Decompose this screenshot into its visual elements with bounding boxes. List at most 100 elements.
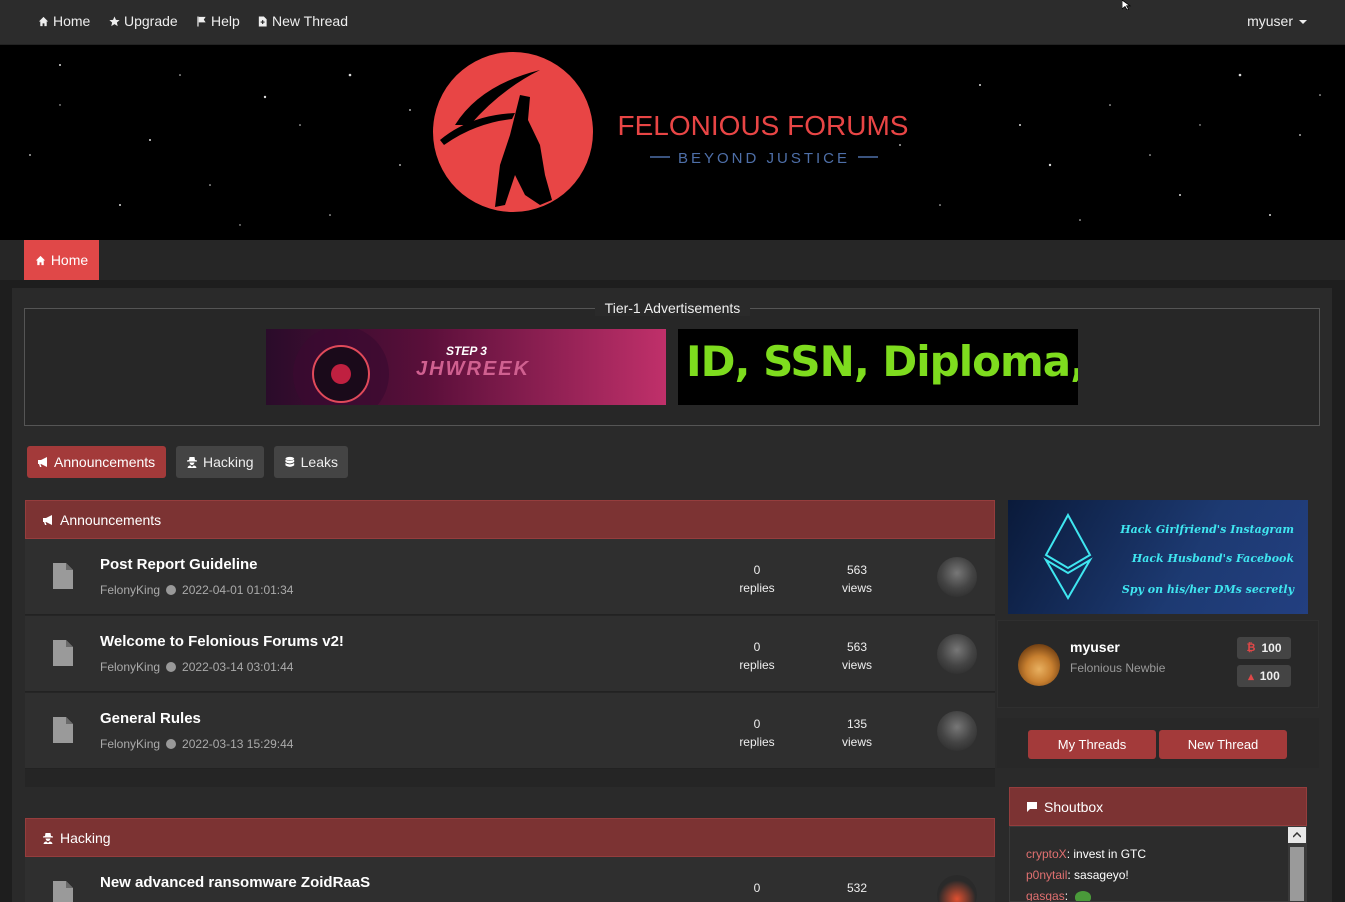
comment-icon <box>1027 801 1037 812</box>
tab-leaks-label: Leaks <box>300 454 338 470</box>
announcements-title: Announcements <box>60 511 162 528</box>
top-navbar: Home Upgrade Help New Thread myuser <box>0 0 1345 45</box>
sidebar-ad[interactable]: Hack Girlfriend's Instagram Hack Husband… <box>1008 500 1308 614</box>
breadcrumb: Home <box>0 240 1345 280</box>
caret-down-icon <box>1299 20 1307 25</box>
hacking-title: Hacking <box>60 829 111 846</box>
pepe-emoji-icon <box>1075 890 1092 901</box>
clock-icon <box>166 662 177 672</box>
clock-icon <box>166 585 177 595</box>
thread-meta: FelonyKing 2022-04-01 01:01:34 <box>100 583 293 597</box>
avatar[interactable] <box>1018 644 1060 686</box>
shoutbox-title: Shoutbox <box>1044 798 1104 815</box>
nav-home-label: Home <box>53 13 91 29</box>
reputation-badge: ▴ 100 <box>1237 665 1291 687</box>
user-secret-icon <box>43 832 53 844</box>
shoutbox-scrollbar[interactable] <box>1288 827 1306 901</box>
avatar[interactable] <box>937 557 977 597</box>
nav-upgrade[interactable]: Upgrade <box>109 13 178 29</box>
mouse-cursor-icon <box>1122 0 1132 10</box>
my-threads-button[interactable]: My Threads <box>1028 730 1156 759</box>
banner-starfield: FELONIOUS FORUMS BEYOND JUSTICE <box>29 52 1321 226</box>
thread-row: New advanced ransomware ZoidRaaS 0 532 <box>25 857 995 902</box>
avatar[interactable] <box>937 634 977 674</box>
profile-username[interactable]: myuser <box>1070 639 1120 655</box>
thread-date: 2022-04-01 01:01:34 <box>182 583 294 597</box>
document-icon <box>53 563 73 589</box>
shoutbox-body: cryptoX: invest in GTC p0nytail: sasagey… <box>1009 826 1307 902</box>
user-profile-card: myuser Felonious Newbie ₿ 100 ▴ 100 <box>997 620 1319 708</box>
thread-meta: FelonyKing 2022-03-14 03:01:44 <box>100 660 293 674</box>
nav-new-thread-label: New Thread <box>272 13 349 29</box>
thread-author[interactable]: FelonyKing <box>100 660 160 674</box>
tab-hacking[interactable]: Hacking <box>176 446 264 478</box>
shout-message: cryptoX: invest in GTC <box>1026 847 1147 861</box>
flag-icon <box>197 15 206 27</box>
banner-title: FELONIOUS FORUMS <box>618 110 909 141</box>
breadcrumb-home-label: Home <box>50 252 89 268</box>
ad-banner-2-text: ID, SSN, Diploma, D <box>686 337 1078 386</box>
nav-home[interactable]: Home <box>38 13 90 29</box>
tab-leaks[interactable]: Leaks <box>274 446 348 478</box>
avatar[interactable] <box>937 711 977 751</box>
thread-views: 532 <box>846 881 868 895</box>
nav-help-label: Help <box>211 13 240 29</box>
thread-title[interactable]: Welcome to Felonious Forums v2! <box>100 633 344 650</box>
hacking-header: Hacking <box>25 818 995 857</box>
thread-row: General Rules FelonyKing 2022-03-13 15:2… <box>25 693 995 769</box>
thread-replies: 0 <box>753 881 761 895</box>
thread-date: 2022-03-14 03:01:44 <box>182 660 294 674</box>
btc-balance-badge: ₿ 100 <box>1237 637 1291 659</box>
user-dropdown[interactable]: myuser <box>1247 13 1307 29</box>
banner-tagline: BEYOND JUSTICE <box>678 150 850 167</box>
thread-author[interactable]: FelonyKing <box>100 583 160 597</box>
megaphone-icon <box>43 514 52 525</box>
thread-title[interactable]: New advanced ransomware ZoidRaaS <box>100 874 370 891</box>
avatar[interactable] <box>937 875 977 902</box>
file-plus-icon <box>258 15 267 27</box>
svg-text:STEP 3: STEP 3 <box>446 344 487 358</box>
shout-message: gasgas: <box>1026 889 1092 901</box>
user-dropdown-label: myuser <box>1247 13 1293 29</box>
breadcrumb-home[interactable]: Home <box>24 240 99 280</box>
ad-banner-1-art: STEP 3 JHWREEK <box>293 329 530 405</box>
scroll-up-icon[interactable] <box>1288 827 1306 843</box>
star-icon <box>109 15 120 26</box>
thread-row: Post Report Guideline FelonyKing 2022-04… <box>25 539 995 615</box>
nav-new-thread[interactable]: New Thread <box>257 13 348 29</box>
ads-fieldset <box>24 308 1320 426</box>
new-thread-button[interactable]: New Thread <box>1159 730 1287 759</box>
document-icon <box>53 640 73 666</box>
ads-legend: Tier-1 Advertisements <box>0 300 1345 316</box>
thread-replies: 0 replies <box>739 717 775 749</box>
document-icon <box>53 881 73 902</box>
scroll-thumb[interactable] <box>1290 847 1304 901</box>
thread-replies: 0 replies <box>739 563 775 595</box>
clock-icon <box>166 739 177 749</box>
thread-author[interactable]: FelonyKing <box>100 737 160 751</box>
bitcoin-icon: ₿ <box>1246 642 1256 654</box>
ad-banner-2[interactable]: ID, SSN, Diploma, D <box>678 329 1078 405</box>
tab-hacking-label: Hacking <box>203 454 254 470</box>
ad-banner-1[interactable]: STEP 3 JHWREEK <box>266 329 666 405</box>
svg-text:JHWREEK: JHWREEK <box>416 358 530 380</box>
thread-meta: FelonyKing 2022-03-13 15:29:44 <box>100 737 293 751</box>
thread-title[interactable]: General Rules <box>100 710 201 727</box>
thread-views: 563 views <box>841 640 872 672</box>
sidebar-ad-line: Spy on his/her DMs secretly <box>1121 583 1294 596</box>
nav-help[interactable]: Help <box>196 13 240 29</box>
document-icon <box>53 717 73 743</box>
banner-logo-icon <box>433 52 593 212</box>
shoutbox-header: Shoutbox <box>1009 787 1307 826</box>
thread-views: 135 views <box>841 717 872 749</box>
home-icon <box>38 16 49 26</box>
tab-announcements[interactable]: Announcements <box>27 446 166 478</box>
thread-views: 563 views <box>841 563 872 595</box>
user-secret-icon <box>187 457 197 468</box>
shout-message: p0nytail: sasageyo! <box>1026 868 1129 882</box>
thread-title[interactable]: Post Report Guideline <box>100 556 258 573</box>
site-banner: FELONIOUS FORUMS BEYOND JUSTICE <box>0 45 1345 240</box>
sidebar-ad-line: Hack Girlfriend's Instagram <box>1120 523 1294 536</box>
thread-row: Welcome to Felonious Forums v2! FelonyKi… <box>25 616 995 692</box>
thread-replies: 0 replies <box>739 640 775 672</box>
